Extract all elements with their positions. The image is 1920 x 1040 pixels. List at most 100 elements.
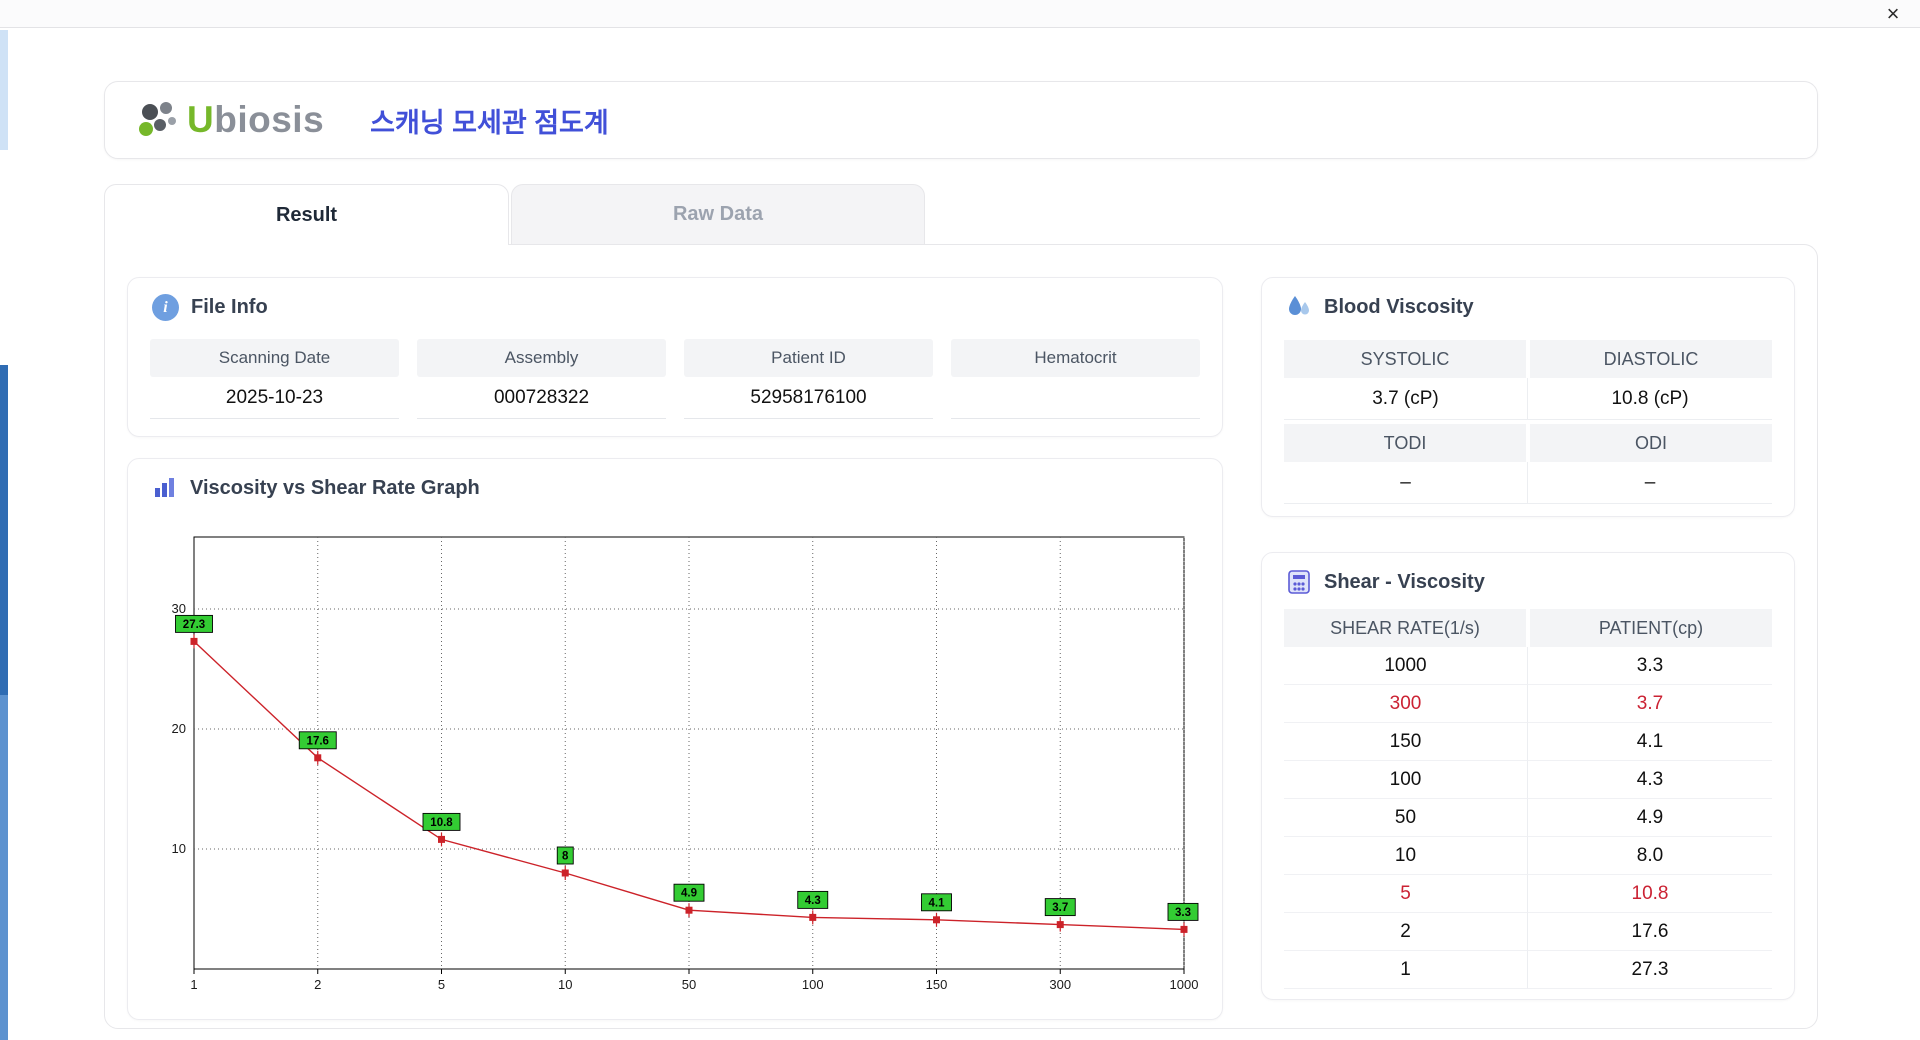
bv-value-diastolic: 10.8 (cP) [1528,378,1772,420]
svg-text:3.7: 3.7 [1052,902,1068,914]
svg-text:27.3: 27.3 [183,619,205,631]
sv-rate: 5 [1284,875,1528,913]
field-value: 2025-10-23 [150,377,399,419]
field-value: 52958176100 [684,377,933,419]
viscosity-graph-card: Viscosity vs Shear Rate Graph 10 20 30 1 2 5 1… [127,458,1223,1020]
sv-value: 27.3 [1528,951,1772,989]
field-value: 000728322 [417,377,666,419]
bv-value-todi: – [1284,462,1528,504]
page-title: 스캐닝 모세관 점도계 [370,107,609,138]
bv-header-row: TODI ODI [1284,424,1772,462]
svg-text:2: 2 [314,977,321,992]
sv-rate: 2 [1284,913,1528,951]
table-row: 150 4.1 [1284,723,1772,761]
blood-viscosity-title-label: Blood Viscosity [1324,295,1474,318]
svg-text:30: 30 [172,601,186,616]
graph-title: Viscosity vs Shear Rate Graph [128,459,1222,513]
header: Ubiosis 스캐닝 모세관 점도계 [104,81,1818,159]
sv-rate: 50 [1284,799,1528,837]
brand-text: Ubiosis [187,99,325,140]
viscosity-chart: 10 20 30 1 2 5 10 50 100 150 300 1000 27.3 17.6 10.8 8 4… [148,525,1200,1003]
svg-text:50: 50 [682,977,696,992]
table-row: 300 3.7 [1284,685,1772,723]
background-window-edge [0,695,8,1040]
field-patient-id: Patient ID 52958176100 [684,339,933,419]
shear-viscosity-card: Shear - Viscosity SHEAR RATE(1/s) PATIEN… [1261,552,1795,1000]
svg-text:20: 20 [172,721,186,736]
svg-text:4.1: 4.1 [929,897,946,909]
bv-header-row: SYSTOLIC DIASTOLIC [1284,340,1772,378]
chart-plot: 10 20 30 1 2 5 10 50 100 150 300 1000 27.3 17.6 10.8 8 4… [172,536,1199,992]
graph-title-label: Viscosity vs Shear Rate Graph [190,476,480,499]
shear-viscosity-title: Shear - Viscosity [1262,553,1794,607]
info-icon: i [152,294,179,321]
field-value [951,377,1200,419]
bv-value-systolic: 3.7 (cP) [1284,378,1528,420]
bv-header-systolic: SYSTOLIC [1284,340,1526,378]
svg-text:4.3: 4.3 [805,895,821,907]
svg-text:5: 5 [438,977,445,992]
sv-value: 10.8 [1528,875,1772,913]
table-row: 10 8.0 [1284,837,1772,875]
sv-value: 4.3 [1528,761,1772,799]
blood-viscosity-title: Blood Viscosity [1262,278,1794,332]
background-window-edge [0,30,8,150]
table-row: 2 17.6 [1284,913,1772,951]
sv-value: 8.0 [1528,837,1772,875]
sv-rate: 100 [1284,761,1528,799]
table-row: 100 4.3 [1284,761,1772,799]
bv-value-row: 3.7 (cP) 10.8 (cP) [1284,378,1772,420]
droplet-icon [1286,294,1312,320]
tab-result[interactable]: Result [104,184,509,245]
svg-text:1000: 1000 [1170,977,1199,992]
svg-text:100: 100 [802,977,824,992]
sv-value: 3.7 [1528,685,1772,723]
table-row: 1 27.3 [1284,951,1772,989]
svg-text:17.6: 17.6 [307,735,329,747]
calculator-icon [1286,569,1312,595]
file-info-card: i File Info Scanning Date 2025-10-23 Ass… [127,277,1223,437]
sv-value: 4.9 [1528,799,1772,837]
sv-col-patient: PATIENT(cp) [1530,609,1772,647]
svg-text:1: 1 [190,977,197,992]
close-icon[interactable]: × [1880,1,1906,27]
bv-value-odi: – [1528,462,1772,504]
ubiosis-logo: Ubiosis [135,97,324,143]
svg-text:10: 10 [558,977,572,992]
sv-rate: 1 [1284,951,1528,989]
result-panel: i File Info Scanning Date 2025-10-23 Ass… [104,244,1818,1029]
table-row: 50 4.9 [1284,799,1772,837]
sv-header-row: SHEAR RATE(1/s) PATIENT(cp) [1284,609,1772,647]
svg-text:10: 10 [172,841,186,856]
sv-value: 17.6 [1528,913,1772,951]
field-hematocrit: Hematocrit [951,339,1200,419]
window-titlebar [0,0,1920,28]
table-row: 1000 3.3 [1284,647,1772,685]
sv-col-shear-rate: SHEAR RATE(1/s) [1284,609,1526,647]
logo-dots-icon [139,102,176,136]
svg-text:3.3: 3.3 [1175,907,1191,919]
tab-raw-data[interactable]: Raw Data [511,184,925,244]
field-label: Scanning Date [150,339,399,377]
shear-viscosity-table: SHEAR RATE(1/s) PATIENT(cp) 1000 3.3 300… [1262,607,1794,989]
field-assembly: Assembly 000728322 [417,339,666,419]
sv-rate: 150 [1284,723,1528,761]
table-row: 5 10.8 [1284,875,1772,913]
sv-rate: 300 [1284,685,1528,723]
field-label: Patient ID [684,339,933,377]
svg-text:150: 150 [926,977,948,992]
bar-chart-icon [152,475,178,501]
field-scanning-date: Scanning Date 2025-10-23 [150,339,399,419]
background-window-edge [0,365,8,695]
file-info-title: i File Info [128,278,1222,333]
file-info-title-label: File Info [191,296,268,318]
svg-text:10.8: 10.8 [430,817,453,829]
field-label: Hematocrit [951,339,1200,377]
svg-text:300: 300 [1049,977,1071,992]
bv-value-row: – – [1284,462,1772,504]
bv-header-odi: ODI [1530,424,1772,462]
svg-text:8: 8 [562,851,569,863]
bv-header-diastolic: DIASTOLIC [1530,340,1772,378]
field-label: Assembly [417,339,666,377]
blood-viscosity-card: Blood Viscosity SYSTOLIC DIASTOLIC 3.7 (… [1261,277,1795,517]
